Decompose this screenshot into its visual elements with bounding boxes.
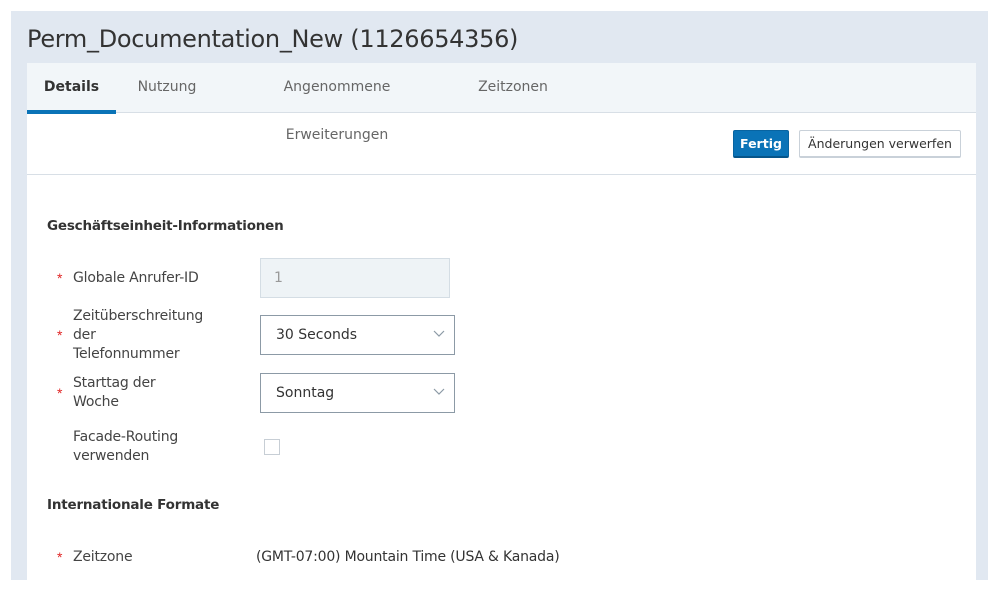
label-line: der <box>73 327 96 343</box>
week-start-value: Sonntag <box>276 385 335 401</box>
tab-nutzung[interactable]: Nutzung <box>135 63 199 113</box>
required-marker: * <box>57 549 63 565</box>
required-marker: * <box>57 385 63 401</box>
chevron-down-icon <box>433 330 445 337</box>
done-button[interactable]: Fertig <box>733 130 789 158</box>
tab-bar: Details Nutzung Angenommene Erweiterunge… <box>27 63 976 143</box>
label-line: Telefonnummer <box>73 346 180 362</box>
global-caller-id-label: Globale Anrufer-ID <box>73 270 199 286</box>
tab-zeitzonen[interactable]: Zeitzonen <box>477 63 549 113</box>
action-toolbar: Fertig Änderungen verwerfen <box>27 113 976 175</box>
chevron-down-icon <box>433 388 445 395</box>
label-line: Woche <box>73 394 119 410</box>
label-line: Zeitüberschreitung <box>73 308 204 324</box>
phone-timeout-value: 30 Seconds <box>276 327 358 343</box>
label-line: verwenden <box>73 448 150 464</box>
label-line: Facade-Routing <box>73 429 179 445</box>
tab-details[interactable]: Details <box>27 63 116 114</box>
timezone-value: (GMT-07:00) Mountain Time (USA & Kanada) <box>256 549 560 565</box>
section-title-international-formats: Internationale Formate <box>47 497 220 513</box>
required-marker: * <box>57 270 63 286</box>
required-marker: * <box>57 327 63 343</box>
page-frame: Perm_Documentation_New (1126654356) Deta… <box>11 11 988 580</box>
phone-timeout-select[interactable]: 30 Seconds <box>260 315 455 355</box>
facade-routing-label: Facade-Routing verwenden <box>73 428 178 466</box>
section-title-business-unit: Geschäftseinheit-Informationen <box>47 218 284 234</box>
global-caller-id-field[interactable]: 1 <box>260 258 450 298</box>
page-title: Perm_Documentation_New (1126654356) <box>27 25 519 53</box>
week-start-select[interactable]: Sonntag <box>260 373 455 413</box>
tab-angenommene-erweiterungen[interactable]: Angenommene Erweiterungen <box>235 63 439 143</box>
timezone-label: Zeitzone <box>73 549 133 565</box>
facade-routing-checkbox[interactable] <box>264 439 280 455</box>
week-start-label: Starttag der Woche <box>73 374 156 412</box>
details-card: Details Nutzung Angenommene Erweiterunge… <box>27 63 976 580</box>
label-line: Starttag der <box>73 375 156 391</box>
discard-changes-button[interactable]: Änderungen verwerfen <box>799 130 961 158</box>
phone-timeout-label: Zeitüberschreitung der Telefonnummer <box>73 307 203 364</box>
